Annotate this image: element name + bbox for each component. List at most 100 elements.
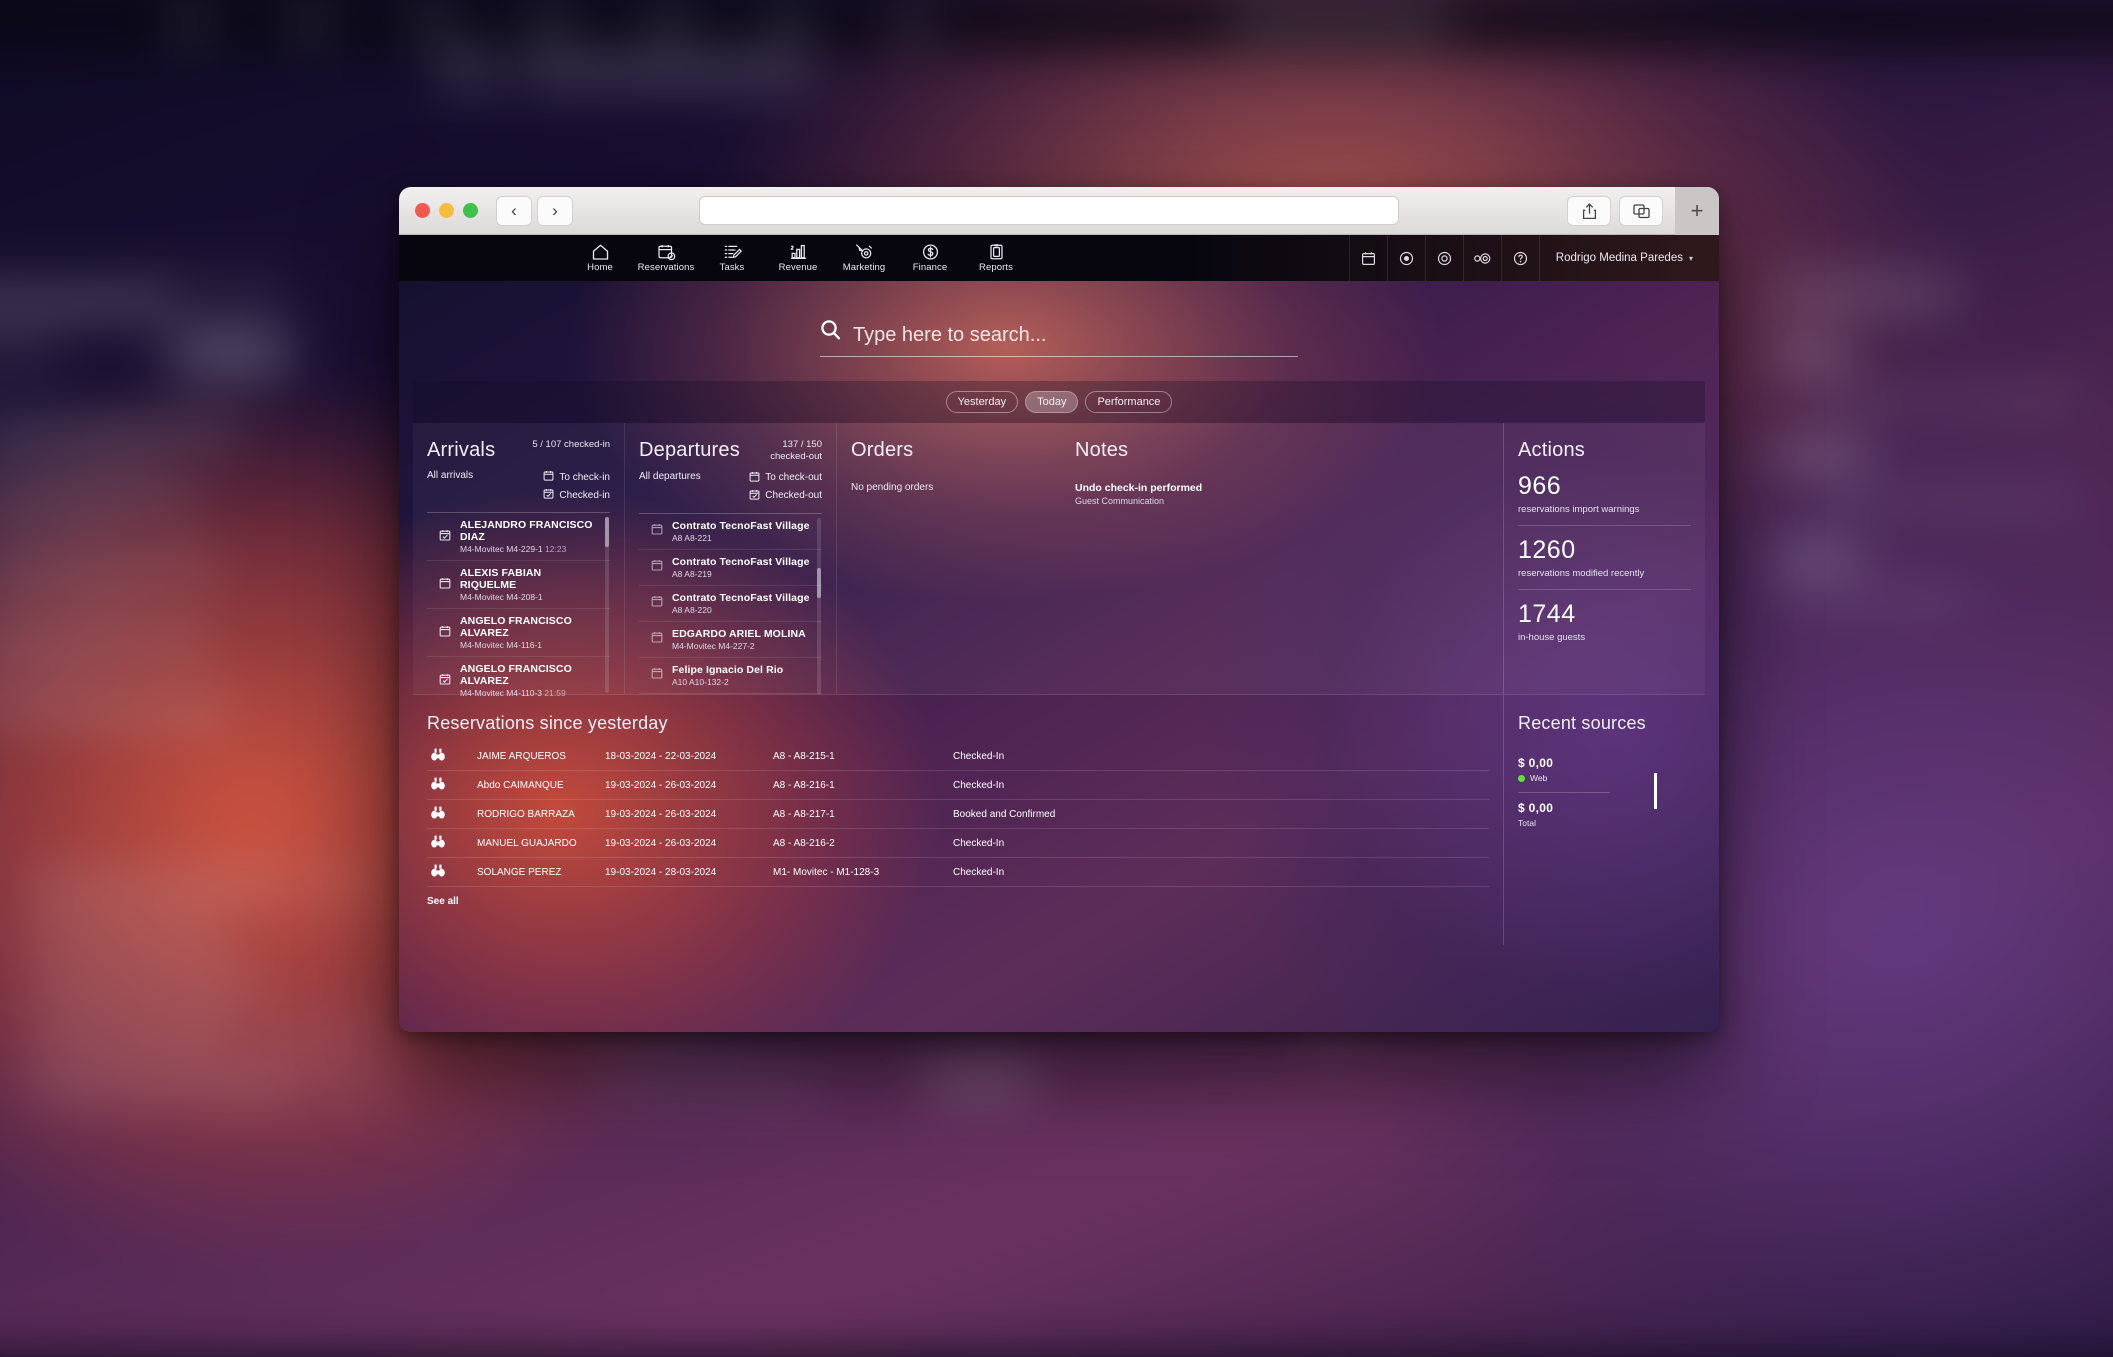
list-item[interactable]: Contrato TecnoFast Village A8 A8-219 (639, 550, 822, 586)
calendar-icon (651, 558, 663, 576)
departure-room: A8 A8-220 (672, 604, 712, 615)
list-item[interactable]: ALEJANDRO FRANCISCO DIAZ M4-Movitec M4-2… (427, 513, 610, 561)
reservation-dates: 18-03-2024 - 22-03-2024 (601, 742, 769, 771)
arrivals-filter-to-check-in[interactable]: To check-in (543, 470, 610, 484)
nav-item-reports[interactable]: Reports (963, 235, 1029, 281)
app-top-navigation: Home Reservations Tasks Revenue Marketin… (399, 235, 1719, 281)
departure-name: Contrato TecnoFast Village (672, 519, 810, 532)
arrivals-filter-checked-in[interactable]: Checked-in (543, 488, 610, 502)
nav-item-tasks[interactable]: Tasks (699, 235, 765, 281)
arrivals-scrollbar[interactable] (605, 517, 609, 693)
search-input[interactable] (853, 324, 1298, 347)
new-tab-button[interactable]: + (1675, 187, 1719, 235)
calendar-check-icon (543, 488, 554, 502)
see-all-link[interactable]: See all (427, 896, 459, 907)
notes-title: Notes (1075, 439, 1129, 461)
global-search[interactable] (820, 319, 1298, 357)
maximize-window-button[interactable] (463, 203, 478, 218)
list-item[interactable]: ALEXIS FABIAN RIQUELME M4-Movitec M4-208… (427, 561, 610, 609)
reservation-dates: 19-03-2024 - 26-03-2024 (601, 770, 769, 800)
table-row[interactable]: Abdo CAIMANQUE 19-03-2024 - 26-03-2024 A… (427, 770, 1489, 800)
chain-link-icon[interactable] (1462, 235, 1501, 281)
guest-name: MANUEL GUAJARDO (473, 828, 601, 858)
nav-item-revenue[interactable]: Revenue (765, 235, 831, 281)
marketing-target-icon (854, 243, 874, 261)
table-row[interactable]: RODRIGO BARRAZA 19-03-2024 - 26-03-2024 … (427, 799, 1489, 829)
recent-sources-panel: Recent sources $ 0,00 Web $ 0,00 Total (1503, 695, 1705, 945)
reservation-dates: 19-03-2024 - 28-03-2024 (601, 857, 769, 887)
status-badge: Checked-In (949, 742, 1489, 771)
list-item[interactable]: EDGARDO ARIEL MOLINA M4-Movitec M4-227-2 (639, 622, 822, 658)
table-row[interactable]: JAIME ARQUEROS 18-03-2024 - 22-03-2024 A… (427, 742, 1489, 771)
calendar-icon (651, 666, 663, 684)
action-metric[interactable]: 966 reservations import warnings (1518, 462, 1691, 526)
share-icon[interactable] (1567, 196, 1611, 226)
arrivals-filter-label: Checked-in (559, 489, 610, 501)
tab-performance[interactable]: Performance (1085, 391, 1173, 413)
list-item[interactable]: Contrato TecnoFast Village A8 A8-220 (639, 586, 822, 622)
departures-filter-label: Checked-out (765, 490, 822, 502)
orders-title: Orders (851, 439, 914, 461)
note-item-category: Guest Communication (1075, 496, 1165, 506)
help-circle-icon[interactable] (1500, 235, 1539, 281)
arrivals-all-link[interactable]: All arrivals (427, 470, 473, 481)
binoculars-icon (427, 770, 473, 800)
nav-item-marketing[interactable]: Marketing (831, 235, 897, 281)
list-item[interactable]: ANGELO FRANCISCO ALVAREZ M4-Movitec M4-1… (427, 609, 610, 657)
address-bar[interactable] (699, 196, 1399, 225)
departures-all-link[interactable]: All departures (639, 471, 701, 482)
nav-item-finance[interactable]: Finance (897, 235, 963, 281)
background-nav-icon (415, 10, 445, 36)
back-button[interactable]: ‹ (496, 195, 532, 226)
background-text (0, 628, 210, 650)
arrival-time: 12:23 (545, 544, 567, 554)
nav-item-home[interactable]: Home (567, 235, 633, 281)
background-text (1230, 12, 1450, 32)
background-nav-icon (775, 10, 805, 36)
dashboard-cards: Arrivals 5 / 107 checked-in All arrivals (413, 423, 1705, 698)
nav-label-finance: Finance (912, 262, 948, 273)
table-row[interactable]: SOLANGE PEREZ 19-03-2024 - 28-03-2024 M1… (427, 857, 1489, 887)
list-item[interactable]: Felipe Ignacio Del Rio A10 A10-132-2 (639, 658, 822, 694)
departures-filter-checked-out[interactable]: Checked-out (749, 489, 822, 503)
settings-gear-icon[interactable] (1424, 235, 1463, 281)
calendar-icon (543, 470, 554, 484)
departures-list[interactable]: Contrato TecnoFast Village A8 A8-221 Con… (639, 512, 822, 699)
departure-name: Contrato TecnoFast Village (672, 591, 810, 604)
action-metric[interactable]: 1744 in-house guests (1518, 590, 1691, 653)
close-window-button[interactable] (415, 203, 430, 218)
background-text (1770, 585, 1970, 603)
user-menu[interactable]: Rodrigo Medina Paredes ▾ (1538, 235, 1719, 281)
action-metric[interactable]: 1260 reservations modified recently (1518, 526, 1691, 590)
note-item-title[interactable]: Undo check-in performed (1075, 482, 1271, 494)
list-item[interactable]: Contrato TecnoFast Village A8 A8-221 (639, 514, 822, 550)
list-item[interactable]: ANGELO FRANCISCO ALVAREZ M4-Movitec M4-1… (427, 657, 610, 698)
nav-item-reservations[interactable]: Reservations (633, 235, 699, 281)
tab-overview-icon[interactable] (1619, 196, 1663, 226)
tab-today[interactable]: Today (1025, 391, 1079, 413)
user-name-label: Rodrigo Medina Paredes (1555, 252, 1683, 264)
application-content: Home Reservations Tasks Revenue Marketin… (399, 235, 1719, 1032)
departures-filter-to-check-out[interactable]: To check-out (749, 471, 822, 485)
table-row[interactable]: MANUEL GUAJARDO 19-03-2024 - 26-03-2024 … (427, 828, 1489, 858)
background-text (0, 520, 120, 536)
actions-title: Actions (1518, 439, 1585, 461)
recent-sources-title: Recent sources (1518, 713, 1646, 733)
background-text (30, 975, 260, 997)
record-icon[interactable] (1386, 235, 1425, 281)
arrival-room: M4-Movitec M4-229-1 (460, 544, 543, 554)
background-text (30, 1075, 280, 1097)
minimize-window-button[interactable] (439, 203, 454, 218)
tab-yesterday[interactable]: Yesterday (945, 391, 1019, 413)
arrivals-list[interactable]: ALEJANDRO FRANCISCO DIAZ M4-Movitec M4-2… (427, 512, 610, 698)
calendar-icon[interactable] (1348, 235, 1387, 281)
forward-button[interactable]: › (537, 195, 573, 226)
source-amount: $ 0,00 (1518, 756, 1554, 770)
window-controls[interactable] (415, 203, 478, 218)
departures-scrollbar[interactable] (817, 517, 821, 694)
guest-name: Abdo CAIMANQUE (473, 770, 601, 800)
background-nav-icon (175, 10, 205, 36)
binoculars-icon (427, 799, 473, 829)
bar-chart-icon (789, 243, 808, 261)
browser-titlebar: ‹ › + (399, 187, 1719, 235)
